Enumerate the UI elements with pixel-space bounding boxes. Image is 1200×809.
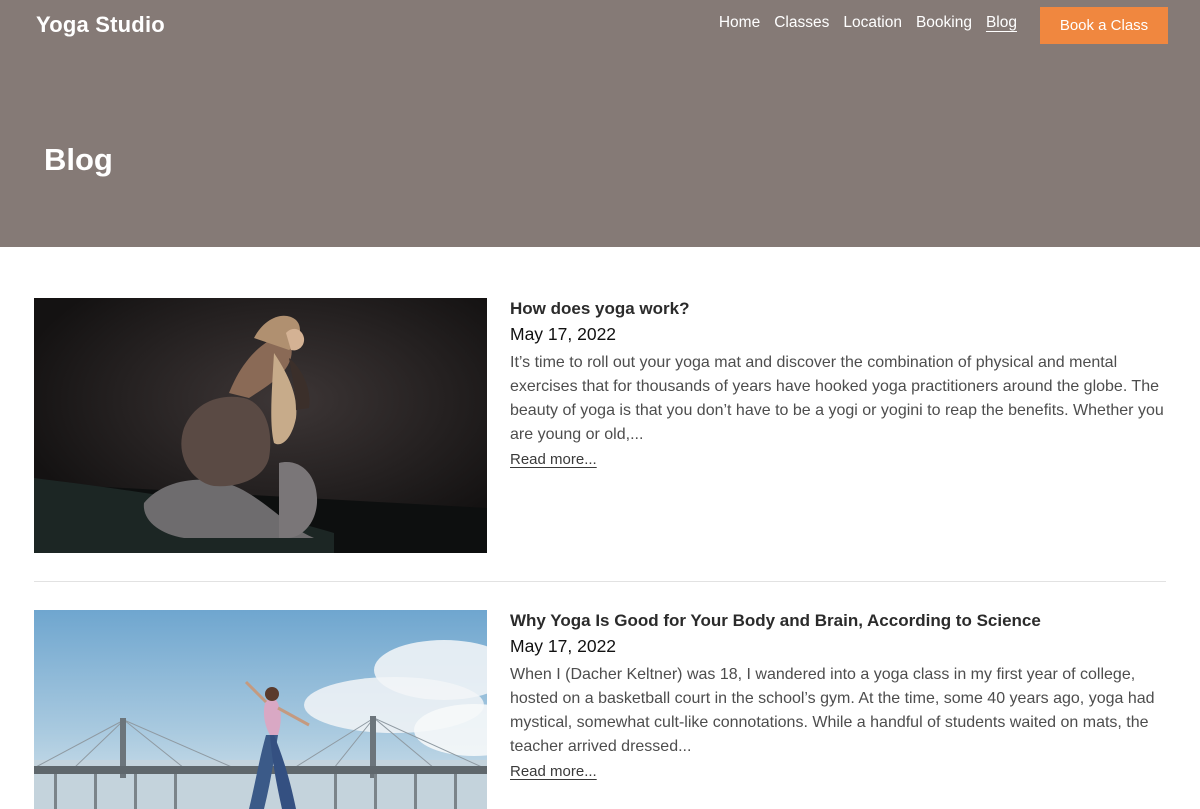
nav-booking[interactable]: Booking bbox=[916, 14, 972, 32]
page-title: Blog bbox=[44, 142, 113, 177]
post-date: May 17, 2022 bbox=[510, 636, 617, 656]
nav-classes[interactable]: Classes bbox=[774, 14, 829, 32]
post-thumbnail[interactable] bbox=[34, 610, 487, 809]
yoga-pose-image bbox=[34, 298, 487, 553]
post-date: May 17, 2022 bbox=[510, 324, 617, 344]
book-a-class-button[interactable]: Book a Class bbox=[1040, 7, 1168, 44]
main-nav: Home Classes Location Booking Blog bbox=[719, 14, 1017, 32]
site-header: Yoga Studio Home Classes Location Bookin… bbox=[0, 0, 1200, 247]
post-excerpt: It’s time to roll out your yoga mat and … bbox=[510, 354, 1164, 443]
post-title[interactable]: How does yoga work? bbox=[510, 297, 1166, 321]
post-content: Why Yoga Is Good for Your Body and Brain… bbox=[510, 610, 1166, 781]
post-thumbnail[interactable] bbox=[34, 298, 487, 553]
post-divider bbox=[34, 581, 1166, 582]
post-excerpt: When I (Dacher Keltner) was 18, I wander… bbox=[510, 666, 1155, 755]
yoga-bridge-image bbox=[34, 610, 487, 809]
read-more-link[interactable]: Read more... bbox=[510, 763, 597, 780]
site-logo[interactable]: Yoga Studio bbox=[36, 12, 165, 38]
nav-blog[interactable]: Blog bbox=[986, 14, 1017, 32]
read-more-link[interactable]: Read more... bbox=[510, 451, 597, 468]
post-title[interactable]: Why Yoga Is Good for Your Body and Brain… bbox=[510, 609, 1166, 633]
post-content: How does yoga work? May 17, 2022 It’s ti… bbox=[510, 298, 1166, 469]
nav-location[interactable]: Location bbox=[843, 14, 902, 32]
nav-home[interactable]: Home bbox=[719, 14, 760, 32]
